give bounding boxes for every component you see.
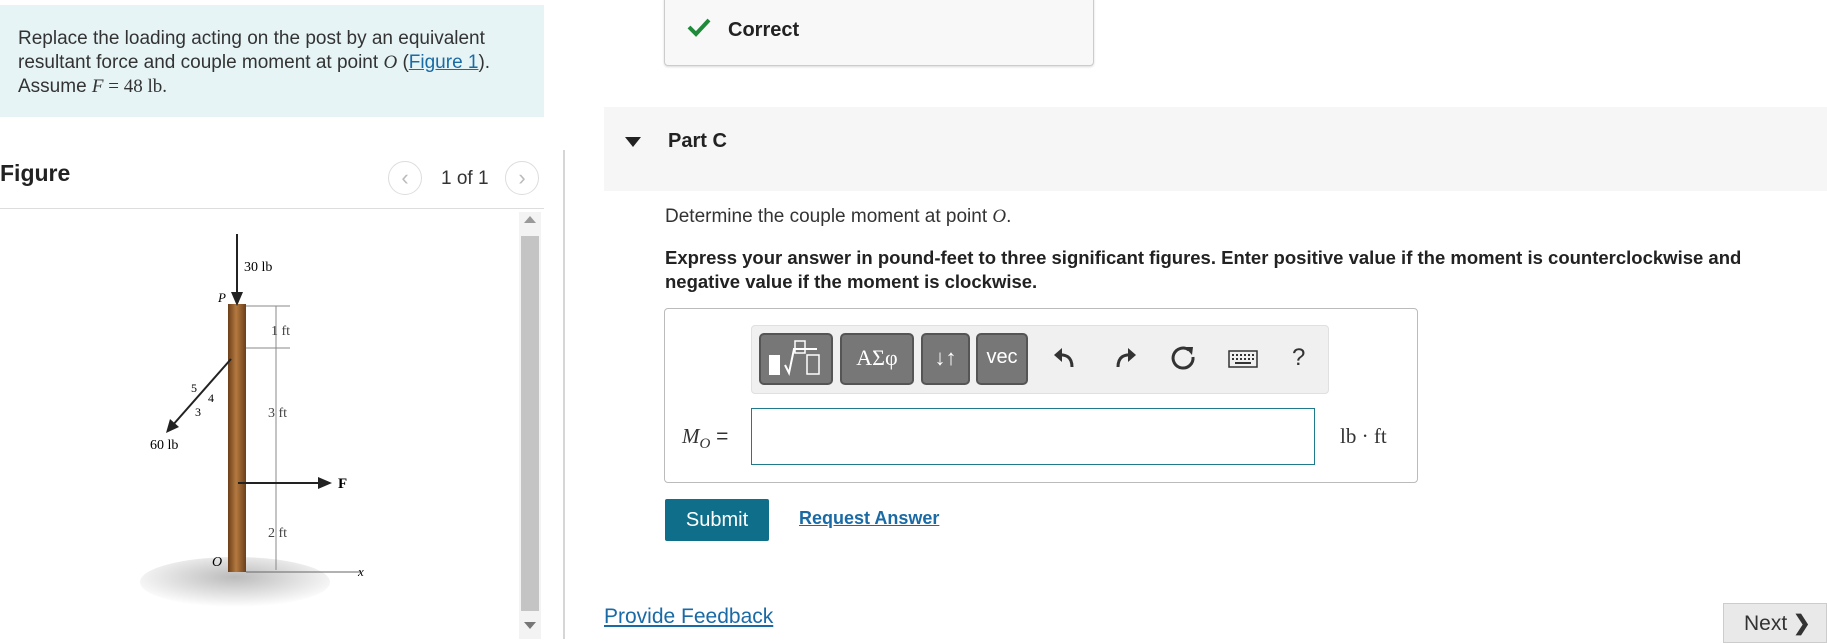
question-main: Determine the couple moment at point [665, 206, 993, 227]
chevron-left-icon: ‹ [401, 165, 409, 190]
force-f-label: F [338, 476, 347, 492]
correct-feedback-box: Correct [664, 0, 1094, 66]
question-period: . [1006, 206, 1012, 227]
dim-2ft: 2 ft [268, 526, 287, 541]
undo-icon[interactable] [1052, 345, 1078, 371]
problem-line-3: Assume [18, 76, 92, 97]
vector-button[interactable]: vec [976, 333, 1028, 385]
load-30-arrowhead [231, 292, 243, 306]
checkmark-icon [687, 18, 711, 37]
help-button[interactable]: ? [1292, 344, 1305, 372]
ratio-5: 5 [191, 381, 197, 395]
chevron-right-icon: ❯ [1793, 612, 1811, 635]
force-f-arrowhead [318, 477, 332, 489]
figure-scrollbar[interactable] [519, 212, 541, 639]
scroll-thumb[interactable] [521, 236, 539, 611]
f-value: = 48 lb. [103, 76, 168, 97]
math-toolbar: ΑΣφ ↓↑ vec ? [751, 325, 1329, 394]
correct-label: Correct [728, 19, 800, 41]
redo-icon[interactable] [1112, 345, 1138, 371]
point-p-label: P [217, 290, 226, 305]
dim-1ft: 1 ft [271, 324, 290, 339]
figure-link[interactable]: Figure 1 [409, 52, 479, 73]
part-title: Part C [668, 130, 727, 152]
figure-counter: 1 of 1 [441, 168, 489, 189]
request-answer-link[interactable]: Request Answer [799, 508, 939, 529]
previous-figure-button[interactable]: ‹ [388, 161, 422, 195]
templates-button[interactable] [759, 333, 833, 385]
ratio-3: 3 [195, 405, 201, 419]
next-button[interactable]: Next ❯ [1723, 603, 1827, 643]
moment-label: MO = [682, 424, 728, 453]
ratio-4: 4 [208, 391, 214, 405]
figure-divider [0, 208, 544, 209]
greek-symbols-button[interactable]: ΑΣφ [840, 333, 914, 385]
moment-symbol: M [682, 424, 700, 448]
radical-template-icon [769, 340, 820, 377]
panel-divider [563, 150, 565, 639]
paren-open: ( [397, 52, 409, 73]
arrows-button[interactable]: ↓↑ [921, 333, 970, 385]
equals-sign: = [710, 425, 729, 448]
submit-button[interactable]: Submit [665, 499, 769, 541]
var-f: F [91, 76, 104, 97]
load-60-arrow [171, 358, 232, 427]
question-text: Determine the couple moment at point O. [665, 206, 1011, 228]
collapse-caret-icon[interactable] [625, 137, 641, 147]
problem-line-1: Replace the loading acting on the post b… [18, 28, 485, 49]
moment-subscript: O [699, 436, 711, 453]
answer-box: ΑΣφ ↓↑ vec ? MO = lb · ft [664, 308, 1418, 483]
point-o-label: O [212, 555, 222, 570]
point-o: O [383, 52, 398, 73]
dim-3ft: 3 ft [268, 406, 287, 421]
problem-text: Replace the loading acting on the post b… [18, 27, 528, 99]
problem-statement: Replace the loading acting on the post b… [0, 5, 544, 117]
wood-post [228, 304, 246, 572]
answer-instructions: Express your answer in pound-feet to thr… [665, 247, 1742, 292]
question-point: O [992, 206, 1007, 227]
figure-title: Figure [0, 160, 71, 186]
chevron-right-icon: › [518, 165, 526, 190]
scroll-up-arrow-icon[interactable] [524, 216, 536, 223]
load-60-label: 60 lb [150, 438, 178, 453]
next-figure-button[interactable]: › [505, 161, 539, 195]
post-loading-figure: 30 lb P 1 ft 3 ft 2 ft 60 lb 5 4 3 F O x [140, 234, 364, 607]
part-c-header[interactable]: Part C [604, 107, 1827, 191]
units-label: lb · ft [1340, 424, 1387, 448]
load-30-label: 30 lb [244, 260, 272, 275]
reset-icon[interactable] [1170, 345, 1198, 373]
problem-line-2: resultant force and couple moment at poi… [18, 52, 384, 73]
paren-close: ). [478, 52, 491, 73]
x-axis-label: x [357, 564, 364, 579]
scroll-down-arrow-icon[interactable] [524, 622, 536, 629]
next-label: Next [1744, 612, 1788, 635]
moment-answer-input[interactable] [751, 408, 1315, 465]
keyboard-icon[interactable] [1228, 350, 1258, 368]
provide-feedback-link[interactable]: Provide Feedback [604, 605, 773, 629]
